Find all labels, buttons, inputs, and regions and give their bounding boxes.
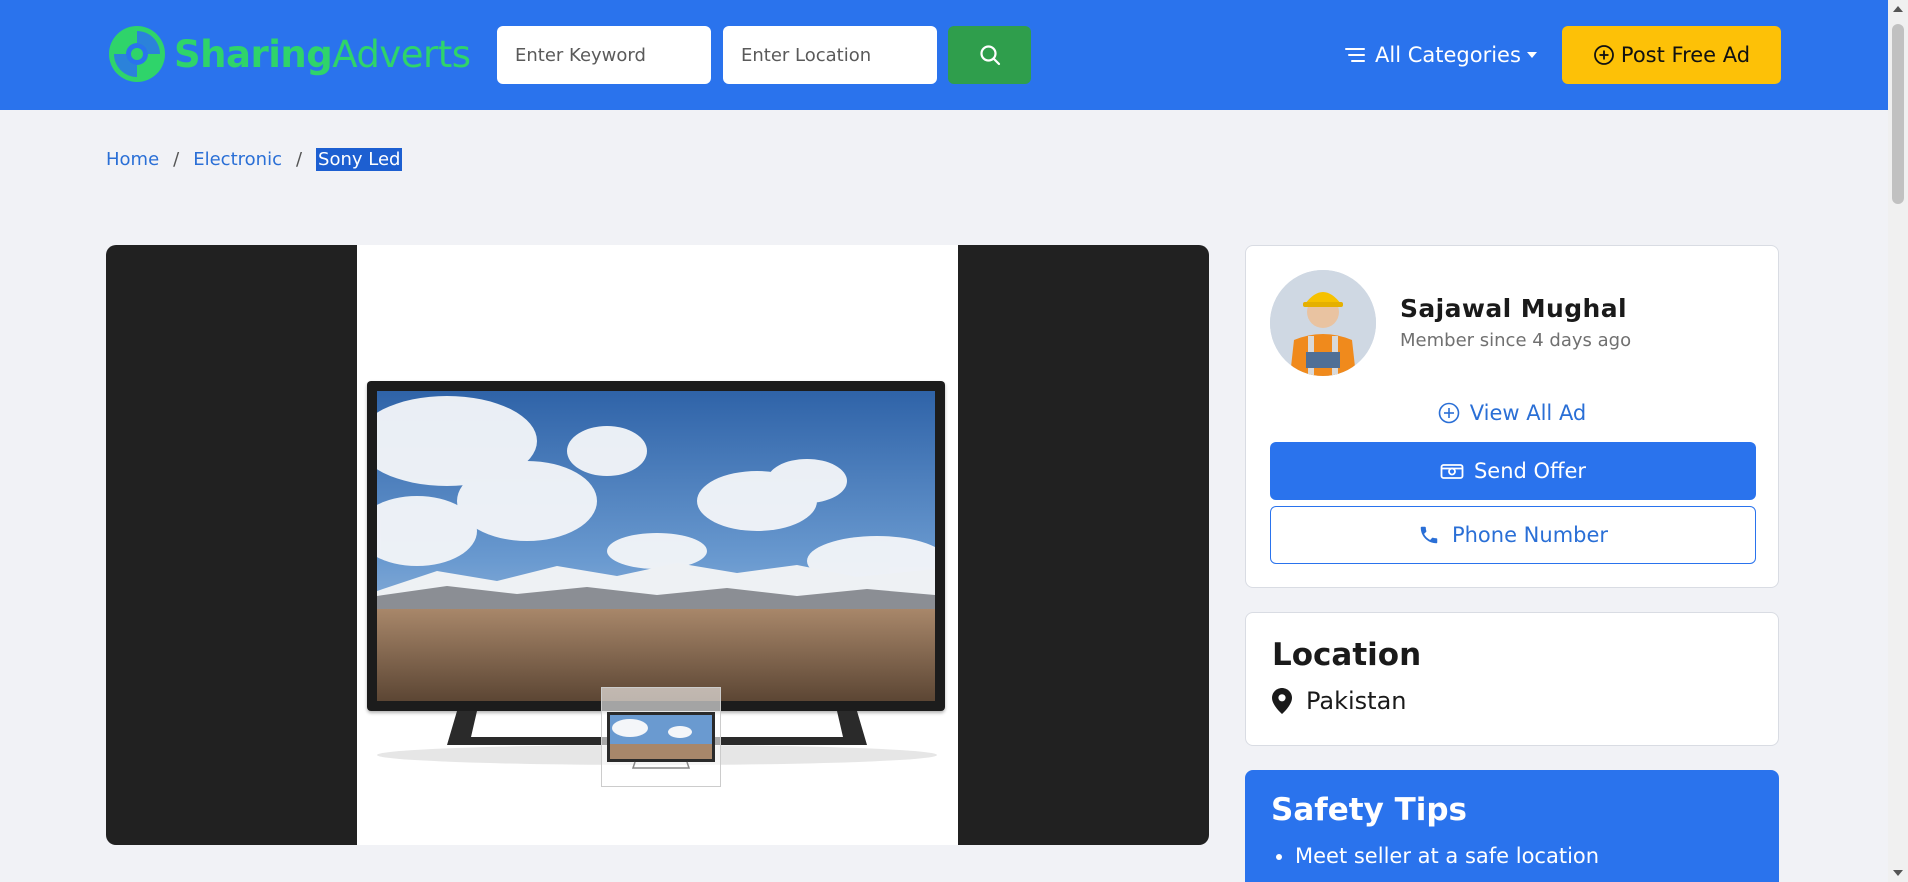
gallery-thumbnail[interactable] [601, 687, 721, 787]
breadcrumb-current: Sony Led [316, 148, 403, 171]
cash-icon [1440, 464, 1464, 479]
location-row: Pakistan [1272, 687, 1407, 715]
map-pin-icon [1272, 688, 1292, 714]
breadcrumb-separator: / [173, 149, 180, 170]
breadcrumb: Home / Electronic / Sony Led [106, 148, 403, 171]
safety-tips-card: Safety Tips Meet seller at a safe locati… [1245, 770, 1779, 882]
view-all-ads-label: View All Ad [1469, 401, 1587, 425]
location-title: Location [1272, 637, 1422, 673]
site-logo[interactable]: SharingAdverts [108, 25, 471, 83]
send-offer-button[interactable]: Send Offer [1270, 442, 1756, 500]
all-categories-label: All Categories [1375, 43, 1521, 67]
plus-circle-icon [1438, 402, 1460, 424]
breadcrumb-electronic[interactable]: Electronic [193, 149, 282, 170]
tv-screen-image [377, 391, 935, 701]
menu-lines-icon [1345, 48, 1365, 62]
site-header: SharingAdverts All Categories Post Free … [0, 0, 1888, 110]
seller-avatar-image [1270, 270, 1376, 376]
send-offer-label: Send Offer [1473, 459, 1587, 483]
search-icon [979, 45, 1000, 66]
logo-mark-icon [109, 26, 165, 82]
chevron-down-icon [1526, 52, 1537, 58]
keyword-input[interactable] [497, 26, 711, 84]
member-since-text: Member since 4 days ago [1400, 330, 1632, 351]
plus-circle-icon [1594, 45, 1614, 65]
seller-card: Sajawal Mughal Member since 4 days ago V… [1245, 245, 1779, 588]
seller-avatar[interactable] [1270, 270, 1376, 376]
scroll-down-icon[interactable] [1893, 870, 1903, 876]
post-free-ad-label: Post Free Ad [1620, 43, 1751, 67]
location-value: Pakistan [1306, 687, 1407, 715]
all-categories-menu[interactable]: All Categories [1345, 38, 1537, 72]
safety-tips-list: Meet seller at a safe location [1295, 844, 1599, 876]
breadcrumb-separator: / [295, 149, 303, 170]
page-scrollbar[interactable] [1888, 0, 1908, 882]
breadcrumb-home[interactable]: Home [106, 149, 159, 170]
phone-number-button[interactable]: Phone Number [1270, 506, 1756, 564]
tv-image [367, 381, 945, 711]
phone-number-label: Phone Number [1451, 523, 1609, 547]
scroll-up-icon[interactable] [1893, 6, 1903, 12]
seller-name[interactable]: Sajawal Mughal [1400, 294, 1627, 323]
ad-main-photo[interactable] [357, 245, 958, 845]
thumbnail-image [607, 712, 715, 769]
location-input[interactable] [723, 26, 937, 84]
location-card: Location Pakistan [1245, 612, 1779, 746]
safety-tip-item: Meet seller at a safe location [1295, 844, 1599, 868]
logo-text: SharingAdverts [174, 32, 471, 76]
phone-icon [1420, 526, 1438, 544]
post-free-ad-button[interactable]: Post Free Ad [1562, 26, 1781, 84]
search-button[interactable] [948, 26, 1031, 84]
safety-tips-title: Safety Tips [1271, 792, 1467, 828]
ad-image-gallery[interactable] [106, 245, 1209, 845]
scroll-thumb[interactable] [1892, 24, 1904, 204]
view-all-ads-link[interactable]: View All Ad [1246, 401, 1778, 425]
